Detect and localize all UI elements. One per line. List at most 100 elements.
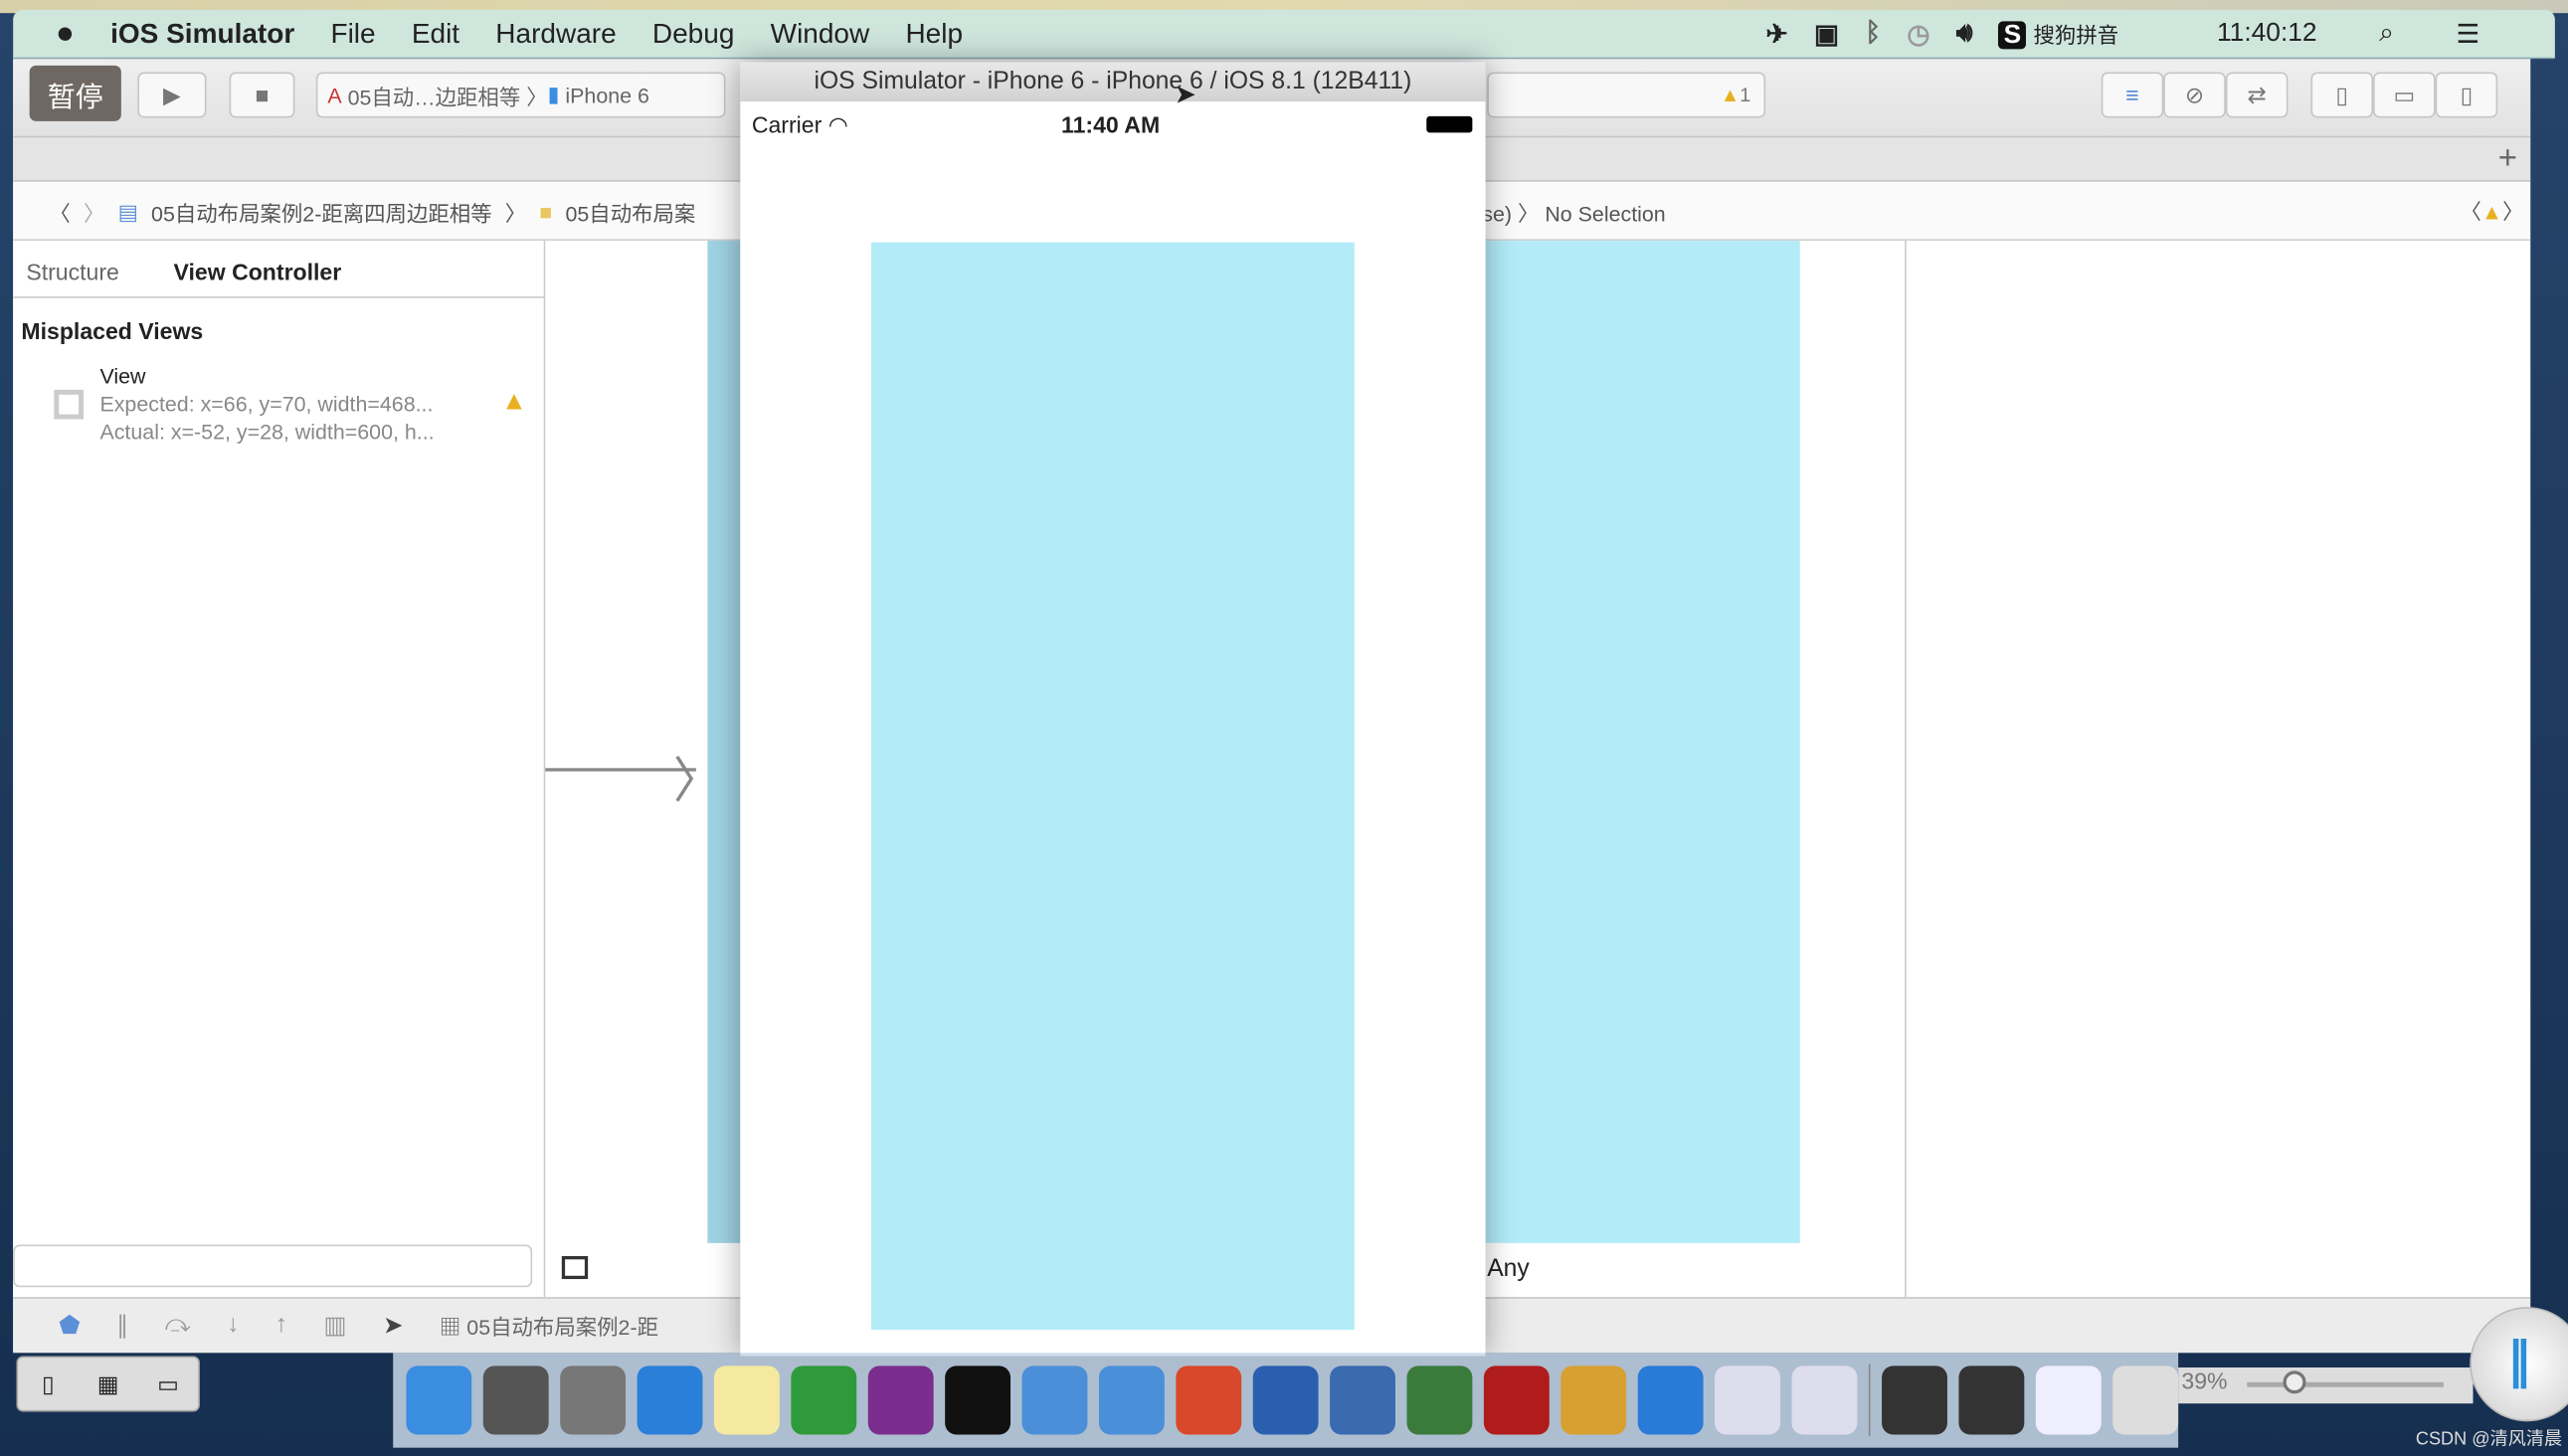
breadcrumb-selection[interactable]: No Selection bbox=[1545, 202, 1665, 227]
scene-view[interactable] bbox=[1485, 241, 1800, 1243]
spotlight-icon[interactable]: ⌕ bbox=[2379, 20, 2394, 50]
menu-edit[interactable]: Edit bbox=[412, 17, 459, 50]
dock-screen2-icon[interactable] bbox=[1958, 1365, 2025, 1435]
menu-app[interactable]: iOS Simulator bbox=[110, 17, 294, 50]
mouse-cursor-icon: ➤ bbox=[1174, 82, 1196, 110]
folder-icon: ■ bbox=[539, 199, 553, 225]
airplane-icon[interactable]: ✈ bbox=[1766, 18, 1788, 51]
dock-paint-icon[interactable] bbox=[1560, 1365, 1627, 1435]
zoom-control: 39% bbox=[2178, 1366, 2474, 1404]
blue-view[interactable] bbox=[871, 242, 1355, 1331]
stop-button[interactable]: ■ bbox=[229, 72, 295, 118]
warning-icon[interactable]: ▲ bbox=[501, 388, 527, 418]
dock-safari-icon[interactable] bbox=[637, 1365, 703, 1435]
carrier: Carrier ◠ bbox=[751, 110, 848, 138]
recording-pause-button[interactable]: ∥ bbox=[2470, 1307, 2568, 1422]
dock-finder-icon[interactable] bbox=[406, 1365, 472, 1435]
next-issue-icon[interactable]: 〉 bbox=[2502, 200, 2523, 225]
dock-screen3-icon[interactable] bbox=[2035, 1365, 2102, 1435]
dock-screen1-icon[interactable] bbox=[1882, 1365, 1947, 1435]
arrow-head-icon: 〉 bbox=[672, 755, 723, 810]
menu-window[interactable]: Window bbox=[771, 17, 870, 50]
forward-icon[interactable]: 〉 bbox=[84, 197, 104, 228]
simulator-title: iOS Simulator - iPhone 6 - iPhone 6 / iO… bbox=[740, 62, 1486, 102]
time-machine-icon[interactable]: ◷ bbox=[1907, 18, 1929, 51]
dock-simulator-icon[interactable] bbox=[1098, 1365, 1165, 1435]
dock-notes-icon[interactable] bbox=[713, 1365, 780, 1435]
tab-structure[interactable]: Structure bbox=[26, 259, 119, 284]
dock-trash-icon[interactable] bbox=[2112, 1365, 2179, 1435]
tab-view-controller[interactable]: View Controller bbox=[174, 259, 342, 284]
watermark: CSDN @清风清晨 bbox=[2415, 1429, 2563, 1450]
scheme-selector[interactable]: A 05自动…边距相等 〉 ▮ iPhone 6 bbox=[315, 72, 726, 118]
zoom-slider[interactable] bbox=[2247, 1381, 2444, 1387]
debug-area-toggle[interactable]: ▭ bbox=[2373, 72, 2436, 118]
pause-debug-icon[interactable]: ∥ bbox=[116, 1310, 128, 1341]
bluetooth-icon[interactable]: ᛒ bbox=[1865, 20, 1881, 50]
zoom-slider-knob[interactable] bbox=[2283, 1370, 2306, 1394]
dock-terminal-icon[interactable] bbox=[945, 1365, 1011, 1435]
add-tab-button[interactable]: + bbox=[2498, 141, 2517, 179]
breadcrumb-folder[interactable]: 05自动布局案 bbox=[565, 197, 695, 228]
status-time: 11:40 AM bbox=[1061, 110, 1161, 138]
item-name: View bbox=[99, 363, 146, 389]
simulator-window: iOS Simulator - iPhone 6 - iPhone 6 / iO… bbox=[740, 62, 1486, 1357]
issue-warning-icon[interactable]: ▲ bbox=[2481, 200, 2502, 225]
file-icon: ▤ bbox=[117, 199, 138, 224]
dock-onenote-icon[interactable] bbox=[867, 1365, 934, 1435]
dock-system-preferences-icon[interactable] bbox=[482, 1365, 549, 1435]
location-icon[interactable]: ➤ bbox=[383, 1310, 404, 1341]
device-icon: ▮ bbox=[547, 82, 560, 107]
filter-field[interactable] bbox=[13, 1244, 533, 1288]
dock-filezilla-icon[interactable] bbox=[1483, 1365, 1550, 1435]
dock-excel-icon[interactable] bbox=[791, 1365, 857, 1435]
prev-issue-icon[interactable]: 〈 bbox=[2460, 200, 2480, 225]
presentation-icon: ▭ bbox=[157, 1370, 179, 1397]
breadcrumb-project[interactable]: 05自动布局案例2-距离四周边距相等 bbox=[151, 197, 492, 228]
dock-video-icon[interactable] bbox=[1330, 1365, 1395, 1435]
menu-bar: ● iOS Simulator File Edit Hardware Debug… bbox=[13, 9, 2555, 60]
size-class-any[interactable]: Any bbox=[1487, 1254, 1530, 1282]
volume-icon[interactable]: 🔊︎ bbox=[1956, 20, 1973, 50]
view-debug-icon[interactable]: ▥ bbox=[323, 1310, 346, 1341]
view-mode-buttons[interactable]: ▯ ▦ ▭ bbox=[16, 1356, 200, 1412]
view-checkbox[interactable] bbox=[54, 389, 84, 420]
breakpoints-icon[interactable]: ⬟ bbox=[59, 1310, 80, 1341]
dock-separator bbox=[1868, 1364, 1871, 1437]
navigator-toggle[interactable]: ▯ bbox=[2310, 72, 2374, 118]
dock-app-a1-icon[interactable] bbox=[1715, 1365, 1780, 1435]
dock-app-a2-icon[interactable] bbox=[1791, 1365, 1858, 1435]
dock-powerpoint-icon[interactable] bbox=[1176, 1365, 1242, 1435]
grid-icon: ▦ bbox=[96, 1370, 119, 1397]
dock-word-icon[interactable] bbox=[1637, 1365, 1704, 1435]
dock-xcode-icon[interactable] bbox=[1021, 1365, 1088, 1435]
menu-hardware[interactable]: Hardware bbox=[495, 17, 616, 50]
run-button[interactable]: ▶ bbox=[137, 72, 207, 118]
step-over-icon[interactable]: ⤼ bbox=[165, 1310, 191, 1341]
utilities-toggle[interactable]: ▯ bbox=[2435, 72, 2498, 118]
step-out-icon[interactable]: ↑ bbox=[275, 1310, 287, 1341]
zoom-percent: 39% bbox=[2181, 1366, 2228, 1394]
standard-editor-button[interactable]: ≡ bbox=[2101, 72, 2164, 118]
back-icon[interactable]: 〈 bbox=[49, 197, 70, 228]
outline-toggle[interactable] bbox=[561, 1256, 589, 1280]
actual-frame: Actual: x=-52, y=28, width=600, h... bbox=[99, 419, 435, 445]
menu-debug[interactable]: Debug bbox=[652, 17, 735, 50]
dock-scissors-icon[interactable] bbox=[1252, 1365, 1319, 1435]
camera-icon[interactable]: ▣ bbox=[1814, 18, 1839, 51]
dock-launchpad-icon[interactable] bbox=[560, 1365, 627, 1435]
debug-target[interactable]: ▦ 05自动布局案例2-距 bbox=[440, 1310, 658, 1341]
dock-ftp-icon[interactable] bbox=[1406, 1365, 1473, 1435]
step-in-icon[interactable]: ↓ bbox=[227, 1310, 239, 1341]
apple-icon[interactable]: ● bbox=[56, 16, 75, 52]
pause-button[interactable]: 暂停 bbox=[29, 65, 121, 121]
breadcrumb-scene[interactable]: se) bbox=[1482, 202, 1512, 227]
battery-icon bbox=[1426, 115, 1473, 133]
menu-file[interactable]: File bbox=[330, 17, 375, 50]
version-editor-button[interactable]: ⇄ bbox=[2225, 72, 2289, 118]
assistant-editor-button[interactable]: ⊘ bbox=[2163, 72, 2226, 118]
menu-help[interactable]: Help bbox=[905, 17, 963, 50]
notification-center-icon[interactable]: ☰ bbox=[2456, 18, 2479, 51]
input-method[interactable]: S 搜狗拼音 bbox=[1998, 18, 2155, 51]
menu-clock[interactable]: 11:40:12 bbox=[2217, 20, 2317, 50]
